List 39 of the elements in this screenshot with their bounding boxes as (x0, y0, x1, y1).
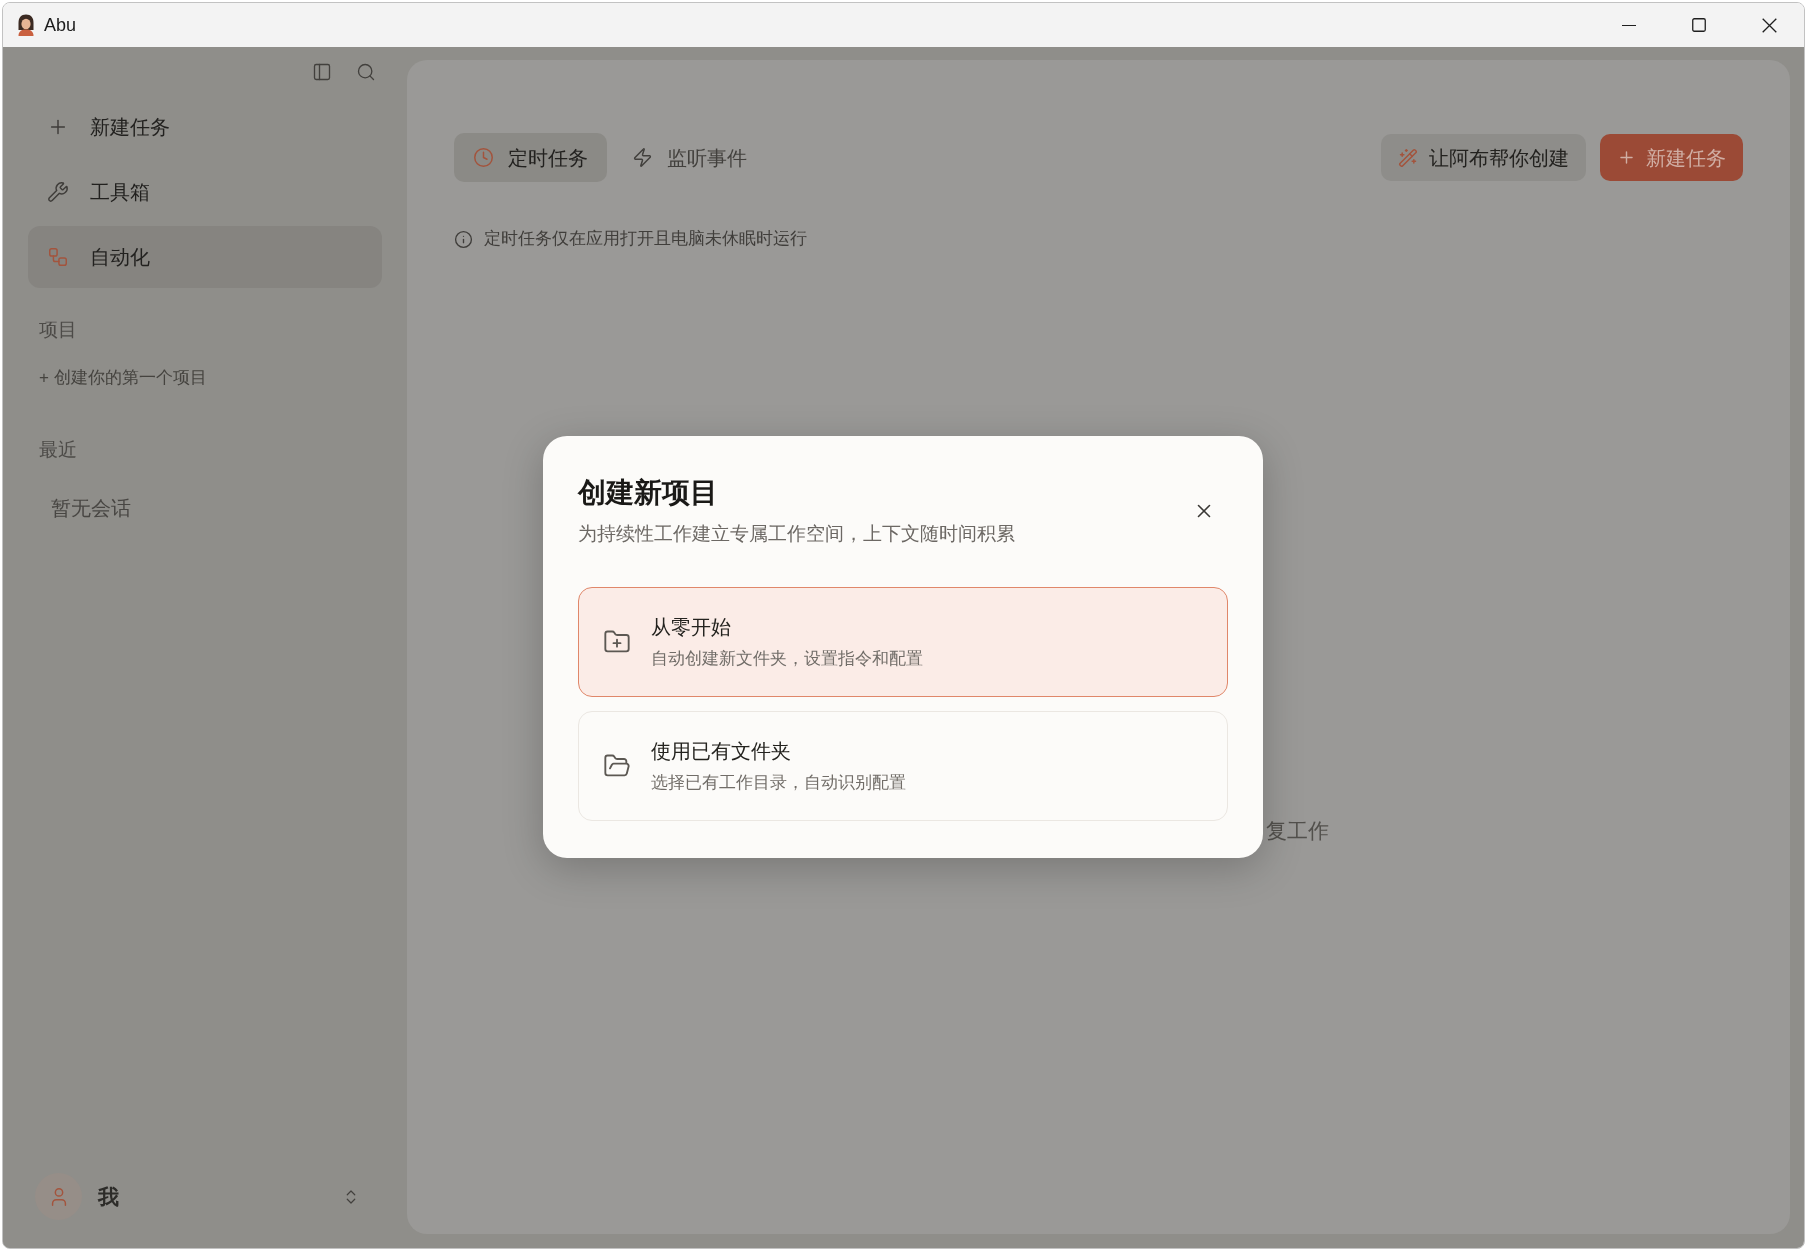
option-card[interactable]: 从零开始 自动创建新文件夹，设置指令和配置 (578, 587, 1228, 697)
magic-wand-icon (1398, 147, 1418, 168)
option-card[interactable]: 使用已有文件夹 选择已有工作目录，自动识别配置 (578, 711, 1228, 821)
sidebar-item[interactable]: 工具箱 (28, 161, 382, 223)
section-heading: 最近 (38, 438, 78, 462)
user-name: 我 (98, 1183, 119, 1210)
sidebar-toggle-button[interactable] (312, 61, 332, 82)
option-description: 自动创建新文件夹，设置指令和配置 (651, 648, 923, 670)
lightning-icon (632, 147, 653, 168)
dialog-subtitle: 为持续性工作建立专属工作空间，上下文随时间积累 (578, 522, 1015, 546)
maximize-icon (1692, 18, 1706, 32)
create-project-link[interactable]: + 创建你的第一个项目 (39, 366, 207, 390)
plus-icon (1617, 148, 1636, 167)
minimize-icon (1622, 24, 1636, 26)
person-avatar-icon (17, 14, 35, 36)
search-icon (356, 61, 376, 82)
option-title: 从零开始 (651, 615, 732, 640)
dialog-title: 创建新项目 (578, 476, 719, 510)
close-icon (1761, 17, 1777, 33)
empty-state-text: 复工作 (1266, 819, 1329, 842)
assist-button[interactable]: 让阿布帮你创建 (1381, 134, 1586, 181)
user-avatar-icon (35, 1173, 82, 1220)
tab[interactable]: 定时任务 (454, 133, 607, 182)
tab[interactable]: 监听事件 (613, 133, 766, 182)
wrench-icon (47, 181, 69, 203)
option-description: 选择已有工作目录，自动识别配置 (651, 772, 906, 794)
sidebar-toggle-icon (312, 61, 332, 82)
search-button[interactable] (356, 61, 376, 82)
section-heading: 项目 (38, 318, 78, 342)
notice-text: 定时任务仅在应用打开且电脑未休眠时运行 (484, 228, 807, 250)
new-task-button[interactable]: 新建任务 (1600, 134, 1743, 181)
sidebar-item[interactable]: 自动化 (28, 226, 382, 288)
sidebar-item[interactable]: 新建任务 (28, 96, 382, 158)
empty-sessions-text: 暂无会话 (50, 496, 132, 521)
info-icon (454, 229, 473, 249)
clock-icon (473, 147, 494, 168)
linked-squares-icon (47, 246, 69, 268)
window-title: Abu (44, 13, 77, 37)
option-title: 使用已有文件夹 (651, 739, 792, 764)
